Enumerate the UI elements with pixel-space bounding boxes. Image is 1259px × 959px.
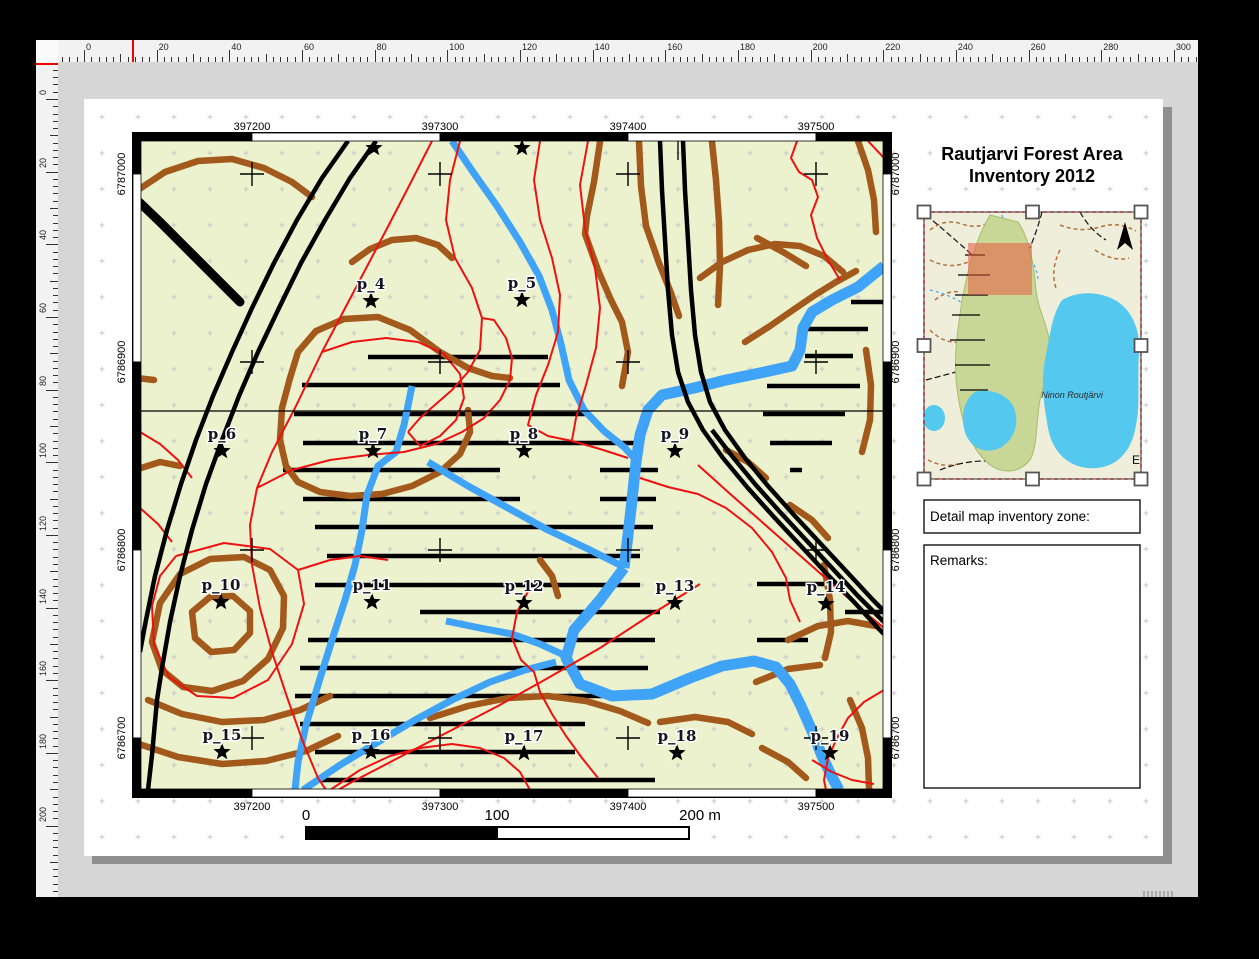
ruler-number: 160 [38, 661, 48, 676]
ruler-number: 300 [1176, 42, 1191, 52]
svg-text:6786700: 6786700 [890, 717, 902, 760]
ruler-number: 240 [958, 42, 973, 52]
sample-point-label: p_12 [505, 577, 544, 595]
svg-text:397400: 397400 [610, 121, 647, 133]
overview-corner-label: E [1132, 453, 1140, 467]
selection-handle[interactable] [1135, 473, 1148, 486]
svg-text:6786900: 6786900 [890, 341, 902, 384]
horizontal-ruler[interactable]: 0 20 40 60 80 100 120 140 160 180 200 220 240 260 280 3… [58, 40, 1198, 63]
detail-zone-label: Detail map inventory zone: [930, 509, 1090, 524]
selection-handle[interactable] [918, 473, 931, 486]
ruler-number: 160 [667, 42, 682, 52]
svg-text:397500: 397500 [798, 801, 835, 813]
ruler-number: 0 [38, 90, 48, 95]
overview-lake-label: Ninon Routjärvi [1041, 390, 1104, 400]
sample-point-label: p_18 [658, 727, 697, 745]
ruler-number: 280 [1103, 42, 1118, 52]
ruler-number: 20 [38, 158, 48, 168]
selection-handle[interactable] [1135, 206, 1148, 219]
ruler-number: 200 [813, 42, 828, 52]
title-line-2: Inventory 2012 [969, 166, 1095, 186]
remarks-box [924, 545, 1140, 788]
remarks-box-item[interactable]: Remarks: [924, 545, 1140, 788]
sample-point-label: p_19 [811, 727, 850, 745]
ruler-number: 20 [159, 42, 169, 52]
resize-grip[interactable] [1143, 891, 1175, 897]
svg-text:6786800: 6786800 [890, 529, 902, 572]
ruler-number: 0 [86, 42, 91, 52]
svg-text:6786800: 6786800 [116, 529, 128, 572]
ruler-number: 40 [38, 230, 48, 240]
overview-lake [1043, 293, 1139, 468]
ruler-number: 200 [38, 807, 48, 822]
svg-text:397500: 397500 [798, 121, 835, 133]
selection-handle[interactable] [918, 206, 931, 219]
selection-handle[interactable] [1026, 473, 1039, 486]
ruler-number: 80 [377, 42, 387, 52]
sample-point-label: p_16 [352, 726, 391, 744]
sample-point-label: p_4 [357, 275, 385, 293]
sample-point-label: p_8 [510, 425, 538, 443]
ruler-number: 60 [304, 42, 314, 52]
title-line-1: Rautjarvi Forest Area [941, 144, 1123, 164]
svg-text:397200: 397200 [234, 121, 271, 133]
overview-tiny-lake [923, 405, 945, 431]
svg-text:6786900: 6786900 [116, 341, 128, 384]
selection-handle[interactable] [1026, 206, 1039, 219]
sample-point-label: p_17 [505, 727, 544, 745]
sample-point-label: p_11 [353, 576, 392, 594]
selection-handle[interactable] [918, 339, 931, 352]
svg-text:397300: 397300 [422, 801, 459, 813]
ruler-number: 120 [38, 516, 48, 531]
sample-point-label: p_7 [359, 425, 387, 443]
ruler-number: 60 [38, 303, 48, 313]
page-shadow [92, 856, 1172, 864]
scalebar-label: 0 [302, 807, 310, 824]
scalebar-label: 100 [484, 807, 509, 824]
svg-text:397300: 397300 [422, 121, 459, 133]
svg-text:6787000: 6787000 [890, 153, 902, 196]
ruler-number: 220 [885, 42, 900, 52]
sample-point-label: p_6 [208, 425, 236, 443]
layout-page: p_4 p_5 p_6 p_7 p_8 p_9 p_10 p_11 p_12 p_13 p_14 p_… [84, 99, 1163, 856]
overview-map-item[interactable]: Ninon Routjärvi E [918, 206, 1148, 486]
svg-text:397400: 397400 [610, 801, 647, 813]
ruler-number: 40 [231, 42, 241, 52]
scalebar-label: 200 m [679, 807, 721, 824]
sample-point-label: p_15 [203, 726, 242, 744]
vertical-ruler[interactable]: 0 20 40 60 80 100 120 140 160 180 200 [36, 62, 59, 897]
sample-point-label: p_10 [202, 576, 241, 594]
qgis-layout-window: 0204060801001201401601802002202402602803… [0, 0, 1259, 959]
ruler-number: 180 [740, 42, 755, 52]
svg-text:6786700: 6786700 [116, 717, 128, 760]
ruler-number: 100 [38, 443, 48, 458]
svg-text:6787000: 6787000 [116, 153, 128, 196]
ruler-number: 140 [595, 42, 610, 52]
ruler-number: 100 [449, 42, 464, 52]
ruler-number: 180 [38, 734, 48, 749]
ruler-cursor-marker-top [132, 40, 134, 62]
sample-point-label: p_14 [807, 578, 846, 596]
page-shadow [1163, 107, 1172, 864]
svg-text:397200: 397200 [234, 801, 271, 813]
main-map-item[interactable]: p_4 p_5 p_6 p_7 p_8 p_9 p_10 p_11 p_12 p_13 p_14 p_… [116, 121, 902, 813]
sample-point-label: p_5 [508, 274, 536, 292]
overview-extent-rectangle [968, 243, 1032, 295]
ruler-number: 80 [38, 376, 48, 386]
ruler-number: 120 [522, 42, 537, 52]
selection-handle[interactable] [1135, 339, 1148, 352]
remarks-label: Remarks: [930, 553, 988, 568]
sample-point-label: p_13 [656, 577, 695, 595]
map-background [141, 141, 883, 789]
ruler-number: 140 [38, 589, 48, 604]
ruler-number: 260 [1031, 42, 1046, 52]
ruler-corner [36, 40, 59, 63]
ruler-cursor-marker-left [36, 63, 58, 65]
sample-point-label: p_9 [661, 425, 689, 443]
detail-zone-box-item[interactable]: Detail map inventory zone: [924, 500, 1140, 533]
